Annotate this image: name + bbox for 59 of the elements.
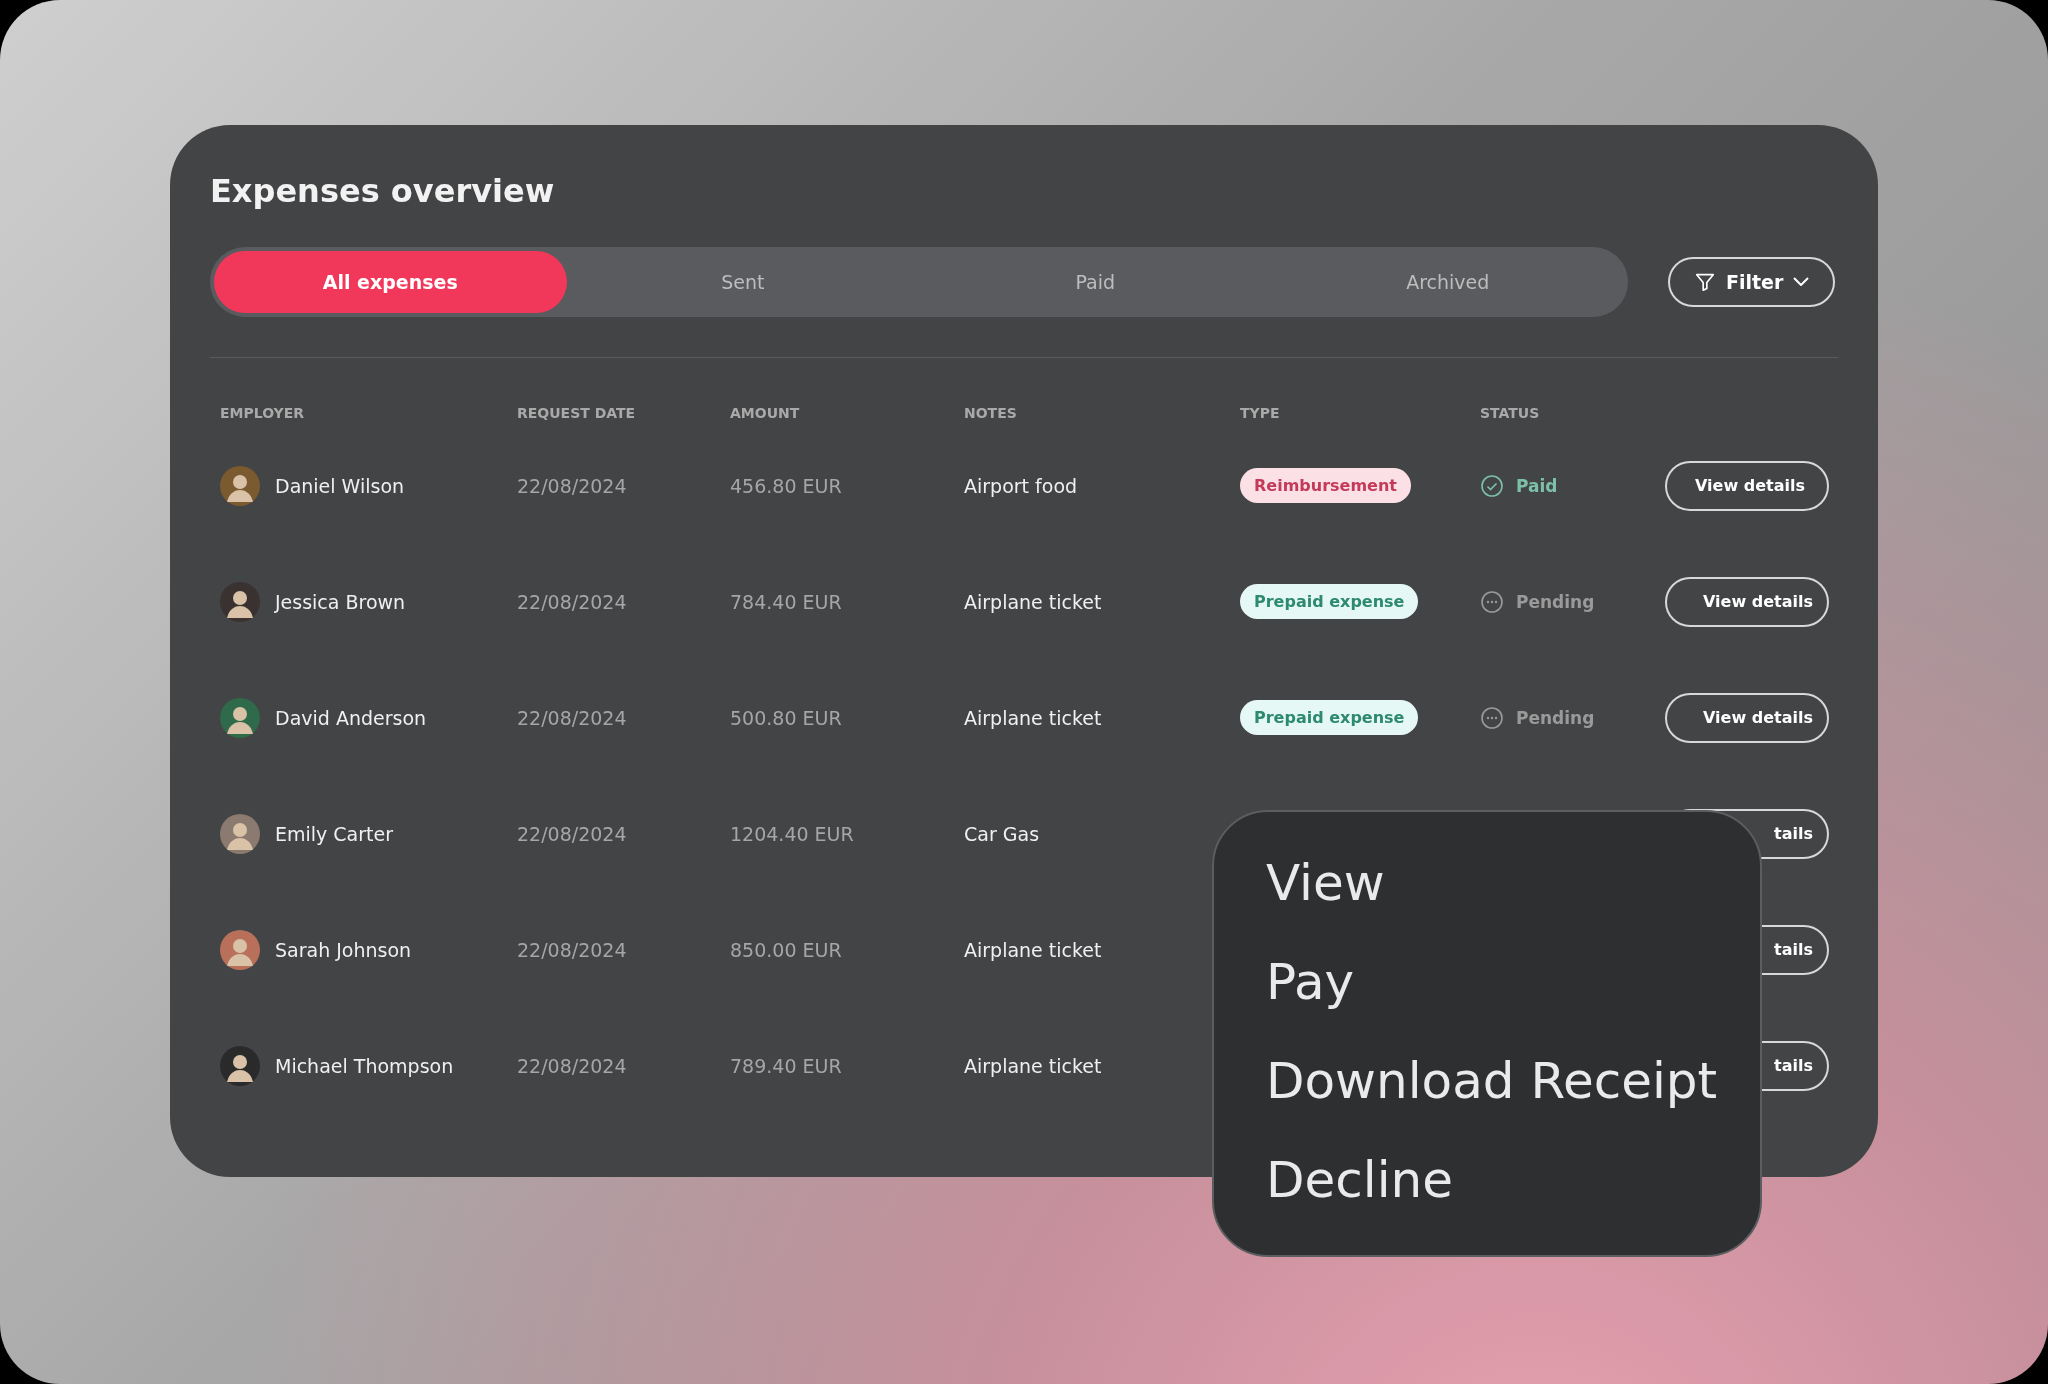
chevron-down-icon [1793, 276, 1810, 287]
request-date: 22/08/2024 [517, 1054, 628, 1077]
notes: Airplane ticket [964, 1054, 1103, 1077]
amount: 784.40 EUR [730, 590, 843, 613]
type-tag: Reimbursement [1240, 468, 1411, 504]
notes: Airplane ticket [964, 938, 1103, 961]
request-date: 22/08/2024 [517, 822, 628, 845]
avatar [220, 929, 260, 970]
request-date: 22/08/2024 [517, 590, 628, 613]
avatar [220, 581, 260, 622]
view-details-button[interactable]: View details [1665, 460, 1829, 511]
column-header: AMOUNT [730, 404, 801, 421]
employer-name: Michael Thompson [275, 1054, 454, 1077]
menu-item[interactable]: Pay [1266, 933, 1760, 1032]
menu-item[interactable]: Decline [1266, 1131, 1760, 1230]
status-label: Pending [1516, 591, 1595, 612]
tab[interactable]: Sent [566, 250, 919, 313]
notes: Airplane ticket [964, 590, 1103, 613]
type-tag: Prepaid expense [1240, 584, 1419, 620]
notes: Airport food [964, 474, 1079, 497]
avatar [220, 1045, 260, 1086]
status-label: Pending [1516, 707, 1595, 728]
amount: 1204.40 EUR [730, 822, 855, 845]
amount: 456.80 EUR [730, 474, 843, 497]
tab[interactable]: All expenses [214, 250, 567, 313]
employer-name: Jessica Brown [275, 590, 406, 613]
employer-name: Sarah Johnson [275, 938, 412, 961]
column-header: NOTES [964, 404, 1018, 421]
avatar [220, 813, 260, 854]
status-label: Paid [1516, 475, 1558, 496]
column-header: REQUEST DATE [517, 404, 637, 421]
request-date: 22/08/2024 [517, 474, 628, 497]
notes: Airplane ticket [964, 706, 1103, 729]
view-details-button[interactable]: View details [1665, 692, 1829, 743]
type-tag: Prepaid expense [1240, 700, 1419, 736]
more-circle-icon [1480, 589, 1504, 614]
request-date: 22/08/2024 [517, 706, 628, 729]
menu-item[interactable]: Download Receipt [1266, 1032, 1760, 1131]
tab[interactable]: Paid [919, 250, 1272, 313]
check-circle-icon [1480, 473, 1504, 498]
notes: Car Gas [964, 822, 1041, 845]
column-header: EMPLOYER [220, 404, 306, 421]
employer-name: David Anderson [275, 706, 427, 729]
page-title: Expenses overview [210, 171, 556, 212]
avatar [220, 697, 260, 738]
amount: 789.40 EUR [730, 1054, 843, 1077]
filter-button[interactable]: Filter [1668, 256, 1836, 307]
request-date: 22/08/2024 [517, 938, 628, 961]
tab[interactable]: Archived [1271, 250, 1624, 313]
view-details-button[interactable]: View details [1665, 576, 1829, 627]
column-header: TYPE [1240, 404, 1281, 421]
amount: 500.80 EUR [730, 706, 843, 729]
menu-item[interactable]: View [1266, 834, 1760, 933]
employer-name: Emily Carter [275, 822, 394, 845]
more-circle-icon [1480, 705, 1504, 730]
avatar [220, 465, 260, 506]
amount: 850.00 EUR [730, 938, 843, 961]
column-header: STATUS [1480, 404, 1541, 421]
employer-name: Daniel Wilson [275, 474, 405, 497]
